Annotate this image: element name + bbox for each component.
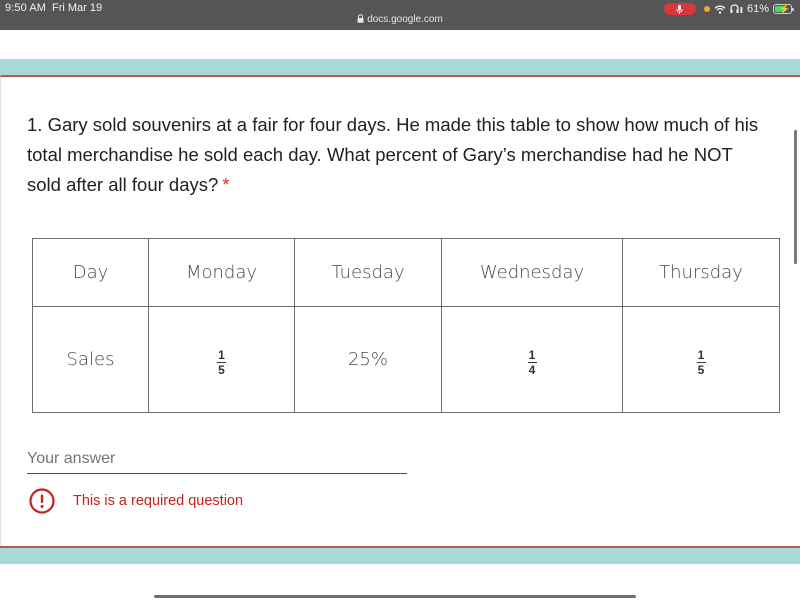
question-text: 1. Gary sold souvenirs at a fair for fou… — [27, 110, 767, 200]
table-cell-monday: 15 — [148, 306, 295, 413]
denominator: 5 — [218, 363, 225, 378]
table-header-cell: Monday — [148, 238, 295, 307]
fraction: 14 — [527, 347, 537, 378]
required-asterisk: * — [222, 174, 230, 195]
battery-nub — [792, 8, 794, 11]
table-header-row: Day Monday Tuesday Wednesday Thursday — [32, 238, 780, 307]
denominator: 4 — [528, 363, 536, 378]
row-label-cell: Sales — [32, 306, 149, 413]
status-bar: 9:50 AM Fri Mar 19 61% ⚡ docs.google.com — [0, 0, 800, 30]
headphones-icon — [730, 4, 743, 14]
numerator: 1 — [218, 347, 225, 362]
table-cell-thursday: 15 — [622, 306, 780, 413]
status-date: Fri Mar 19 — [52, 2, 103, 14]
fraction: 15 — [217, 347, 226, 378]
answer-input[interactable] — [27, 444, 407, 474]
table-header-cell: Wednesday — [441, 238, 623, 307]
table-header-cell: Tuesday — [294, 238, 442, 307]
sales-table: Day Monday Tuesday Wednesday Thursday Sa… — [32, 238, 780, 413]
error-message: This is a required question — [73, 493, 244, 509]
battery-icon: ⚡ — [773, 4, 794, 14]
table-header-cell: Thursday — [622, 238, 780, 307]
url-text: docs.google.com — [367, 14, 443, 25]
numerator: 1 — [697, 347, 705, 362]
denominator: 5 — [697, 363, 705, 378]
table-cell-wednesday: 14 — [441, 306, 623, 413]
numerator: 1 — [528, 347, 536, 362]
scrollbar[interactable] — [794, 130, 797, 264]
error-exclamation-icon — [29, 488, 55, 514]
previous-card-edge — [0, 59, 800, 75]
home-indicator[interactable] — [154, 595, 636, 598]
table-row: Sales 15 25% 14 15 — [32, 306, 780, 413]
url-bar[interactable]: docs.google.com — [0, 14, 800, 25]
fraction: 15 — [696, 347, 706, 378]
table-header-cell: Day — [32, 238, 149, 307]
next-card-edge — [0, 548, 800, 564]
orange-dot-indicator — [703, 6, 710, 12]
required-error: This is a required question — [28, 487, 243, 515]
status-time: 9:50 AM — [5, 2, 47, 14]
wifi-icon — [714, 4, 726, 14]
table-cell-tuesday: 25% — [294, 306, 442, 413]
lock-icon — [357, 14, 364, 23]
question-body: 1. Gary sold souvenirs at a fair for fou… — [27, 114, 759, 195]
